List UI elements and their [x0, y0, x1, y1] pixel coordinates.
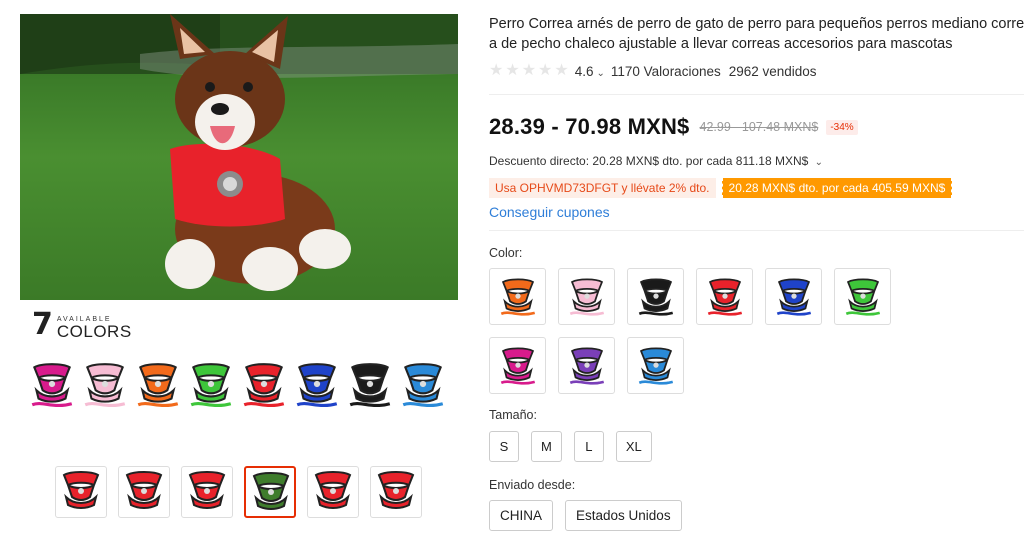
- original-price: 42.99 - 107.48 MXN$: [699, 120, 819, 134]
- discount-badge: -34%: [826, 119, 858, 135]
- thumbnail-strip: [55, 466, 422, 518]
- harness-icon: [500, 278, 535, 316]
- promo-harness-image: [349, 363, 391, 408]
- available-colors-banner: 7 AVAILABLE COLORS: [20, 304, 458, 426]
- harness-icon: [569, 278, 604, 316]
- current-price: 28.39 - 70.98 MXN$: [489, 114, 690, 139]
- colors-label: COLORS: [56, 322, 132, 341]
- size-option-m[interactable]: M: [531, 431, 562, 462]
- color-swatch-7[interactable]: [489, 337, 546, 394]
- thumbnail-image: [314, 471, 352, 509]
- thumbnail-1[interactable]: [55, 466, 107, 518]
- star-icon: ★: [521, 62, 537, 79]
- thumbnail-3[interactable]: [181, 466, 233, 518]
- reviews-count[interactable]: 1170 Valoraciones: [611, 64, 721, 79]
- coupon-deal-badge[interactable]: 20.28 MXN$ dto. por cada 405.59 MXN$: [721, 178, 953, 198]
- color-swatch-5[interactable]: [765, 268, 822, 325]
- main-product-image[interactable]: [20, 14, 458, 300]
- rating-row: ★ ★ ★ ★ ★ 4.6 ⌄ 1170 Valoraciones 2962 ve…: [489, 63, 817, 79]
- chevron-down-icon: ⌄: [596, 67, 605, 79]
- promo-harness-image: [31, 363, 73, 408]
- harness-icon: [638, 347, 673, 385]
- thumbnail-image: [188, 471, 226, 509]
- harness-icon: [776, 278, 811, 316]
- harness-icon: [707, 278, 742, 316]
- color-swatch-2[interactable]: [558, 268, 615, 325]
- thumbnail-6[interactable]: [370, 466, 422, 518]
- harness-icon: [638, 278, 673, 316]
- harness-icon: [500, 347, 535, 385]
- star-icon: ★: [538, 62, 553, 79]
- thumbnail-image: [377, 471, 415, 509]
- color-swatch-9[interactable]: [627, 337, 684, 394]
- rating-number: 4.6: [574, 63, 594, 79]
- sold-count: 2962 vendidos: [728, 63, 817, 79]
- harness-color-strip: [26, 350, 449, 420]
- promo-harness-image: [137, 363, 179, 408]
- promo-harness-image: [190, 363, 232, 408]
- divider: [489, 94, 1024, 95]
- promo-harness-image: [402, 363, 444, 408]
- color-swatch-1[interactable]: [489, 268, 546, 325]
- get-coupons-link[interactable]: Conseguir cupones: [489, 204, 610, 220]
- colors-count: 7: [32, 307, 53, 342]
- color-swatches: [489, 268, 959, 394]
- ships-from-option-1[interactable]: CHINA: [489, 500, 554, 531]
- size-option-l[interactable]: L: [573, 431, 604, 462]
- color-swatch-4[interactable]: [696, 268, 753, 325]
- promo-harness-image: [243, 363, 285, 408]
- ships-from-options: CHINA Estados Unidos: [489, 500, 682, 531]
- color-swatch-8[interactable]: [558, 337, 615, 394]
- thumbnail-5[interactable]: [307, 466, 359, 518]
- thumbnail-image: [252, 472, 290, 510]
- product-title-line-1: Perro Correa arnés de perro de gato de p…: [489, 16, 1024, 32]
- ships-from-option-2[interactable]: Estados Unidos: [565, 500, 682, 531]
- direct-discount-text: Descuento directo: 20.28 MXN$ dto. por c…: [489, 154, 809, 168]
- color-swatch-3[interactable]: [627, 268, 684, 325]
- product-title-line-2: a de pecho chaleco ajustable a llevar co…: [489, 36, 953, 52]
- product-title: Perro Correa arnés de perro de gato de p…: [489, 14, 1024, 54]
- divider: [489, 230, 1024, 231]
- harness-icon: [569, 347, 604, 385]
- rating-value[interactable]: 4.6 ⌄: [575, 64, 605, 79]
- available-colors-heading: 7 AVAILABLE COLORS: [32, 307, 132, 342]
- size-option-s[interactable]: S: [489, 431, 519, 462]
- color-swatch-6[interactable]: [834, 268, 891, 325]
- size-options: S M L XL: [489, 431, 652, 462]
- direct-discount[interactable]: Descuento directo: 20.28 MXN$ dto. por c…: [489, 154, 823, 168]
- coupon-row: Usa OPHVMD73DFGT y llévate 2% dto. 20.28…: [489, 178, 953, 198]
- promo-harness-image: [296, 363, 338, 408]
- chevron-down-icon: ⌄: [814, 157, 824, 168]
- thumbnail-4[interactable]: [244, 466, 296, 518]
- star-icon: ★: [505, 62, 520, 79]
- thumbnail-image: [62, 471, 100, 509]
- rating-stars: ★ ★ ★ ★ ★: [489, 63, 569, 79]
- ships-from-label: Enviado desde:: [489, 478, 576, 492]
- color-label: Color:: [489, 246, 523, 260]
- size-option-xl[interactable]: XL: [615, 431, 652, 462]
- harness-icon: [845, 278, 880, 316]
- promo-harness-image: [84, 363, 126, 408]
- thumbnail-2[interactable]: [118, 466, 170, 518]
- coupon-code-badge[interactable]: Usa OPHVMD73DFGT y llévate 2% dto.: [489, 178, 716, 198]
- star-icon: ★: [554, 62, 569, 79]
- thumbnail-image: [125, 471, 163, 509]
- star-icon: ★: [489, 62, 504, 79]
- price-row: 28.39 - 70.98 MXN$ 42.99 - 107.48 MXN$ -…: [489, 114, 858, 140]
- size-label: Tamaño:: [489, 408, 537, 422]
